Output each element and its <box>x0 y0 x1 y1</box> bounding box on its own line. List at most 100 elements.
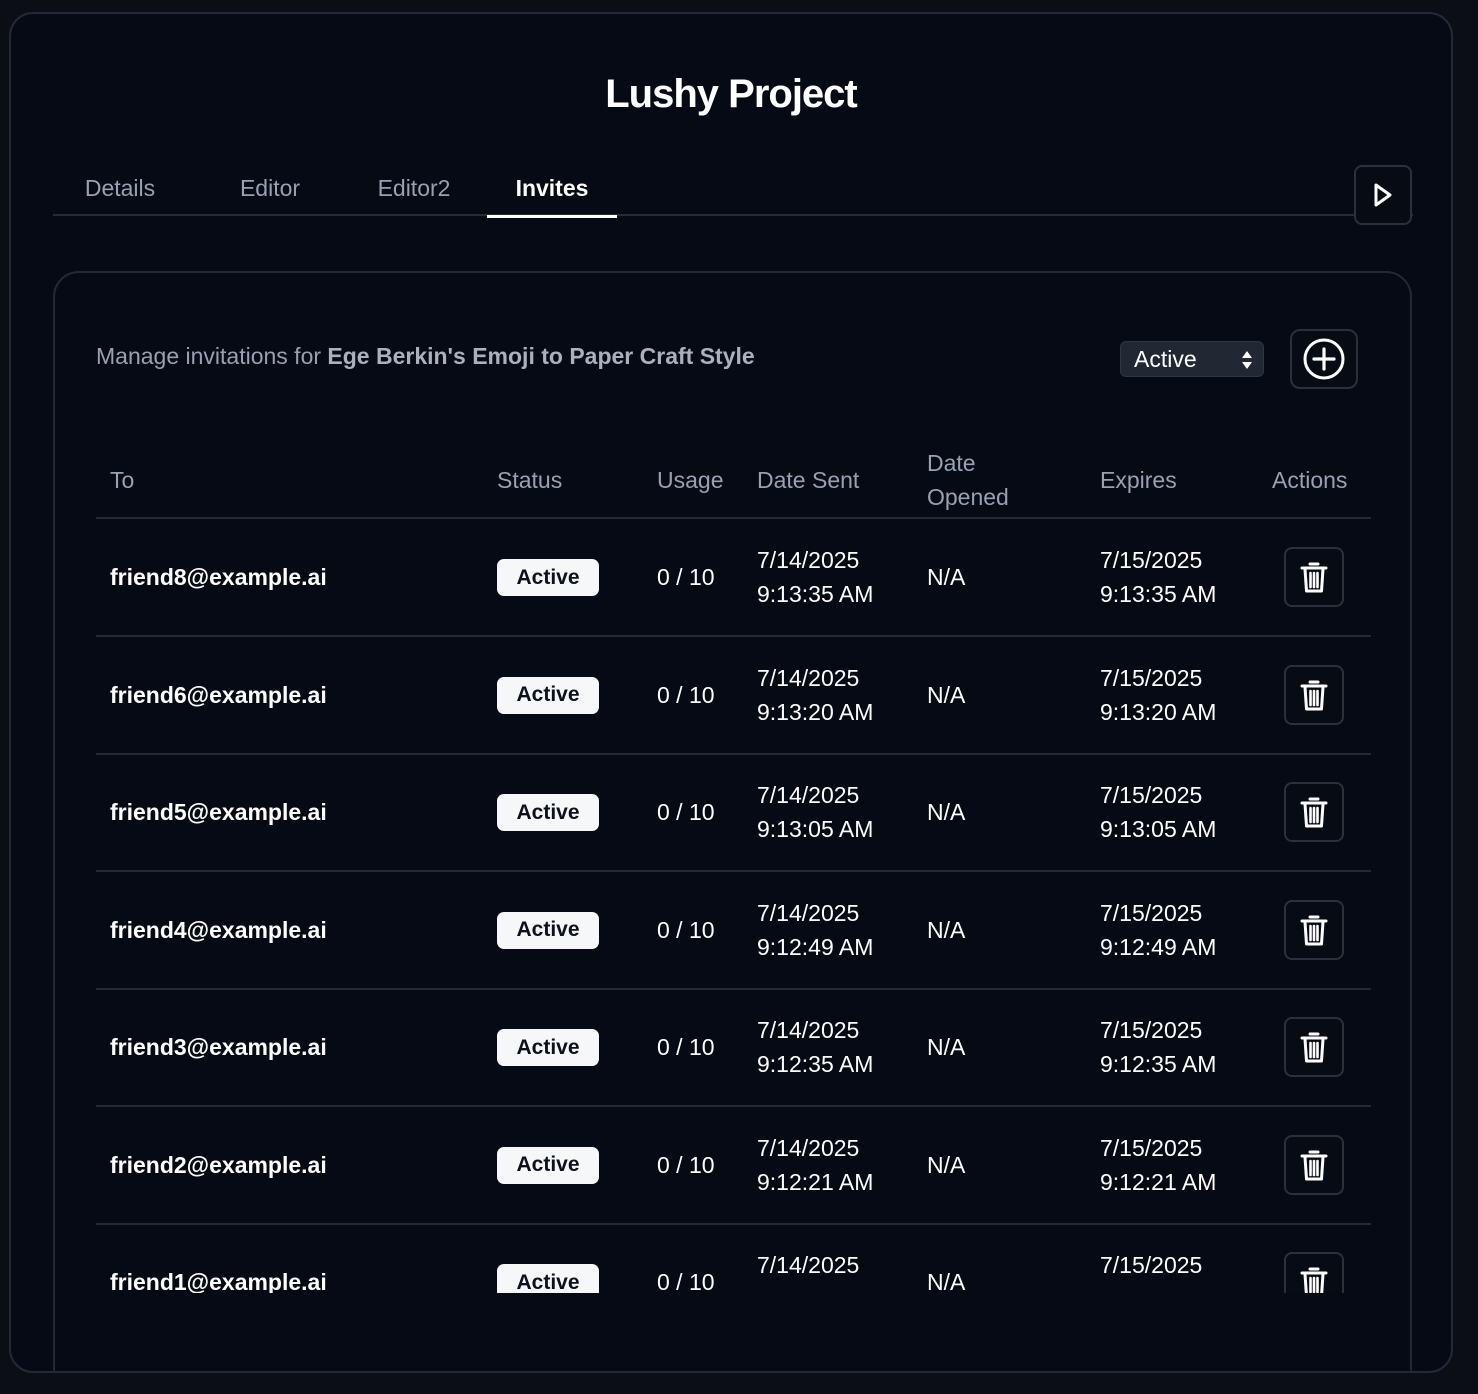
play-icon <box>1374 183 1392 207</box>
usage-count: 0 / 10 <box>657 1034 715 1060</box>
table-header: To Status Usage Date Sent Date Opened Ex… <box>96 433 1371 519</box>
date-sent: 7/14/2025 <box>757 1248 859 1282</box>
delete-invite-button[interactable] <box>1284 547 1344 607</box>
tab-invites[interactable]: Invites <box>487 160 617 218</box>
date-sent-date: 7/14/2025 <box>757 782 860 808</box>
trash-icon <box>1300 797 1328 828</box>
add-invite-button[interactable] <box>1290 329 1358 389</box>
date-sent-date: 7/14/2025 <box>757 664 860 691</box>
manage-prefix: Manage invitations for <box>96 343 328 369</box>
delete-invite-button[interactable] <box>1284 899 1344 960</box>
date-sent-date: 7/14/2025 <box>757 547 860 573</box>
date-sent: 7/14/2025 9:13:20 AM <box>757 661 873 729</box>
expires: 7/15/2025 9:12:49 AM <box>1100 896 1216 964</box>
expires: 7/15/2025 9:13:35 AM <box>1100 543 1216 611</box>
expires-date: 7/15/2025 <box>1100 1017 1203 1043</box>
status-filter-select[interactable]: Active <box>1120 341 1264 377</box>
expires-time: 9:12:21 AM <box>1100 1168 1217 1195</box>
expires-date: 7/15/2025 <box>1100 782 1203 808</box>
trash-icon <box>1300 1032 1328 1063</box>
invite-recipient-email: friend4@example.ai <box>110 916 327 943</box>
expires-date: 7/15/2025 <box>1100 899 1203 926</box>
status-badge: Active <box>497 1146 599 1184</box>
delete-invite-button[interactable] <box>1284 782 1344 842</box>
invite-recipient-email: friend5@example.ai <box>110 799 327 825</box>
invite-recipient-email: friend1@example.ai <box>110 1269 327 1293</box>
column-header-date-opened-line1: Date <box>927 450 976 476</box>
expires: 7/15/2025 9:12:35 AM <box>1100 1013 1216 1081</box>
date-sent: 7/14/2025 9:12:21 AM <box>757 1131 873 1199</box>
date-sent-date: 7/14/2025 <box>757 1017 860 1043</box>
date-opened: N/A <box>927 1034 966 1060</box>
date-sent-time: 9:13:20 AM <box>757 698 874 725</box>
date-sent: 7/14/2025 9:13:05 AM <box>757 778 873 846</box>
delete-invite-button[interactable] <box>1284 664 1344 725</box>
column-header-expires: Expires <box>1100 467 1177 493</box>
date-sent-date: 7/14/2025 <box>757 899 860 926</box>
date-opened: N/A <box>927 1269 966 1293</box>
column-header-date-opened-line2: Opened <box>927 484 1009 510</box>
trash-icon <box>1300 1150 1328 1180</box>
manage-invitations-text: Manage invitations for Ege Berkin's Emoj… <box>96 343 755 370</box>
date-sent: 7/14/2025 9:12:49 AM <box>757 896 873 964</box>
trash-icon <box>1300 915 1328 945</box>
sort-arrows-icon <box>1242 351 1252 369</box>
date-sent-date: 7/14/2025 <box>757 1134 860 1161</box>
date-opened: N/A <box>927 1151 966 1178</box>
delete-invite-button[interactable] <box>1284 1017 1344 1077</box>
invite-recipient-email: friend3@example.ai <box>110 1034 327 1060</box>
date-sent-time: 9:12:35 AM <box>757 1051 874 1077</box>
invite-recipient-email: friend2@example.ai <box>110 1151 327 1178</box>
table-row: friend8@example.ai Active 0 / 10 7/14/20… <box>96 519 1371 637</box>
table-row: friend4@example.ai Active 0 / 10 7/14/20… <box>96 872 1371 990</box>
delete-invite-button[interactable] <box>1284 1252 1344 1293</box>
date-sent-time: 9:13:35 AM <box>757 581 874 607</box>
date-opened: N/A <box>927 681 966 708</box>
usage-count: 0 / 10 <box>657 916 715 943</box>
date-opened: N/A <box>927 564 966 590</box>
table-row: friend1@example.ai Active 0 / 10 7/14/20… <box>96 1224 1371 1293</box>
page-title: Lushy Project <box>605 72 858 116</box>
table-row: friend2@example.ai Active 0 / 10 7/14/20… <box>96 1107 1371 1225</box>
status-badge: Active <box>497 1029 599 1066</box>
invite-recipient-email: friend6@example.ai <box>110 681 327 708</box>
expires: 7/15/2025 9:12:21 AM <box>1100 1131 1216 1199</box>
column-header-date-sent: Date Sent <box>757 467 860 493</box>
expires-time: 9:12:49 AM <box>1100 933 1217 960</box>
tab-editor[interactable]: Editor <box>205 160 335 216</box>
usage-count: 0 / 10 <box>657 799 715 825</box>
expires: 7/15/2025 9:13:05 AM <box>1100 778 1216 846</box>
column-header-usage: Usage <box>657 467 724 493</box>
invite-recipient-email: friend8@example.ai <box>110 564 327 590</box>
expires-date: 7/15/2025 <box>1100 1252 1203 1278</box>
app-window: Lushy Project Details Editor Editor2 Inv… <box>9 12 1453 1373</box>
column-header-status: Status <box>497 467 563 493</box>
expires-time: 9:12:35 AM <box>1100 1051 1217 1077</box>
expires-date: 7/15/2025 <box>1100 547 1203 573</box>
expires: 7/15/2025 9:13:20 AM <box>1100 661 1216 729</box>
expires-date: 7/15/2025 <box>1100 664 1203 691</box>
date-opened: N/A <box>927 799 966 825</box>
tab-editor2[interactable]: Editor2 <box>345 160 483 216</box>
status-badge: Active <box>497 559 599 596</box>
play-button[interactable] <box>1354 165 1412 225</box>
trash-icon <box>1300 1267 1328 1293</box>
status-badge: Active <box>497 1264 599 1293</box>
date-sent-time: 9:12:49 AM <box>757 933 874 960</box>
date-sent-time: 9:12:21 AM <box>757 1168 874 1195</box>
delete-invite-button[interactable] <box>1284 1134 1344 1195</box>
date-sent-time: 9:13:05 AM <box>757 816 874 842</box>
expires-time: 9:13:05 AM <box>1100 816 1217 842</box>
table-row: friend5@example.ai Active 0 / 10 7/14/20… <box>96 754 1371 872</box>
usage-count: 0 / 10 <box>657 1151 715 1178</box>
trash-icon <box>1300 562 1328 593</box>
usage-count: 0 / 10 <box>657 681 715 708</box>
usage-count: 0 / 10 <box>657 1269 715 1293</box>
column-header-actions: Actions <box>1272 467 1348 493</box>
expires-date: 7/15/2025 <box>1100 1134 1203 1161</box>
status-badge: Active <box>497 676 599 714</box>
tab-details[interactable]: Details <box>53 160 187 216</box>
status-badge: Active <box>497 911 599 949</box>
tab-bar: Details Editor Editor2 Invites <box>53 160 1413 218</box>
status-filter-value: Active <box>1134 345 1197 372</box>
